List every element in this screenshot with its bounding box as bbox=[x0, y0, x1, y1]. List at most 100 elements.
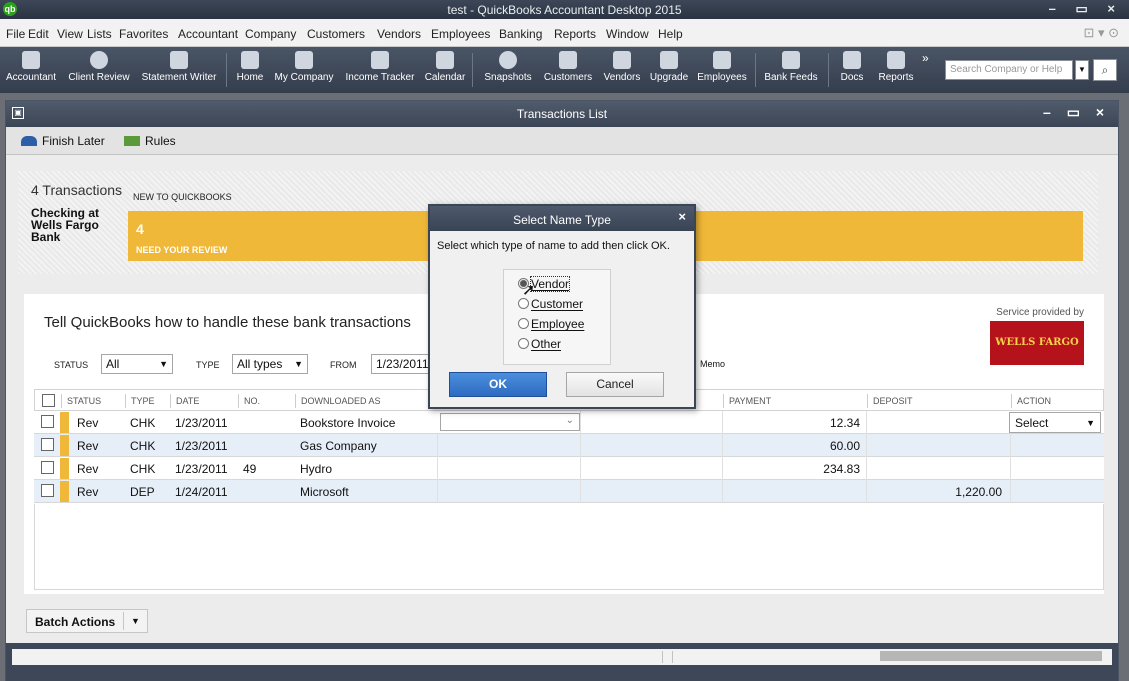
table-row[interactable]: Rev CHK 1/23/2011 Bookstore Invoice ⌄ 12… bbox=[34, 411, 1104, 434]
radio-other[interactable]: Other bbox=[518, 337, 561, 351]
status-filter-select[interactable]: All ▼ bbox=[101, 354, 173, 374]
ok-button[interactable]: OK bbox=[449, 372, 547, 397]
column-header-deposit[interactable]: DEPOSIT bbox=[873, 396, 913, 406]
menu-extra-controls[interactable]: ⊡ ▾ ⊙ bbox=[1083, 25, 1119, 41]
menu-employees[interactable]: Employees bbox=[431, 27, 490, 41]
column-header-no[interactable]: NO. bbox=[244, 396, 260, 406]
row-status: Rev bbox=[77, 416, 99, 430]
column-header-status[interactable]: STATUS bbox=[67, 396, 101, 406]
menu-view[interactable]: View bbox=[57, 27, 83, 41]
select-all-checkbox[interactable] bbox=[42, 394, 55, 407]
column-header-downloaded-as[interactable]: DOWNLOADED AS bbox=[301, 396, 381, 406]
toolbar-label: Statement Writer bbox=[141, 72, 217, 83]
toolbar-calendar[interactable]: Calendar bbox=[422, 49, 468, 91]
menu-lists[interactable]: Lists bbox=[87, 27, 112, 41]
menu-favorites[interactable]: Favorites bbox=[119, 27, 168, 41]
column-divider bbox=[723, 394, 724, 408]
dialog-title: Select Name Type bbox=[513, 213, 611, 227]
toolbar-income-tracker[interactable]: Income Tracker bbox=[340, 49, 420, 91]
bank-feeds-icon bbox=[782, 51, 800, 69]
finish-later-button[interactable]: Finish Later bbox=[21, 134, 105, 148]
toolbar-employees[interactable]: Employees bbox=[694, 49, 750, 91]
table-empty-area bbox=[34, 504, 1104, 590]
table-row[interactable]: Rev DEP 1/24/2011 Microsoft 1,220.00 bbox=[34, 480, 1104, 503]
menu-reports[interactable]: Reports bbox=[554, 27, 596, 41]
toolbar-customers[interactable]: Customers bbox=[539, 49, 597, 91]
column-divider bbox=[866, 457, 867, 480]
accountant-icon bbox=[22, 51, 40, 69]
menu-bar: File Edit View Lists Favorites Accountan… bbox=[0, 19, 1129, 47]
row-type: CHK bbox=[130, 439, 156, 453]
toolbar-docs[interactable]: Docs bbox=[835, 49, 869, 91]
home-icon bbox=[241, 51, 259, 69]
radio-employee[interactable]: Employee bbox=[518, 317, 584, 331]
rules-button[interactable]: Rules bbox=[124, 134, 176, 148]
toolbar-label: Customers bbox=[543, 72, 593, 83]
menu-vendors[interactable]: Vendors bbox=[377, 27, 421, 41]
toolbar-more-icon[interactable]: » bbox=[922, 51, 929, 65]
transactions-window-controls[interactable]: – ▭ × bbox=[1043, 104, 1110, 121]
column-header-action[interactable]: ACTION bbox=[1017, 396, 1051, 406]
memo-label: Memo bbox=[700, 359, 726, 369]
row-payment: 60.00 bbox=[829, 439, 860, 453]
menu-company[interactable]: Company bbox=[245, 27, 296, 41]
window-title: test - QuickBooks Accountant Desktop 201… bbox=[447, 3, 682, 17]
row-checkbox[interactable] bbox=[41, 484, 54, 497]
menu-customers[interactable]: Customers bbox=[307, 27, 365, 41]
column-divider bbox=[722, 411, 723, 434]
cancel-button[interactable]: Cancel bbox=[566, 372, 664, 397]
chevron-down-icon[interactable]: ▼ bbox=[131, 616, 140, 626]
toolbar-label: Bank Feeds bbox=[764, 72, 818, 83]
table-row[interactable]: Rev CHK 1/23/2011 49 Hydro 234.83 bbox=[34, 457, 1104, 480]
toolbar-client-review[interactable]: Client Review bbox=[64, 49, 134, 91]
radio-button[interactable] bbox=[518, 318, 529, 329]
column-header-payment[interactable]: PAYMENT bbox=[729, 396, 771, 406]
radio-label: Employee bbox=[531, 317, 585, 331]
column-divider bbox=[1010, 480, 1011, 503]
search-input[interactable]: Search Company or Help bbox=[945, 60, 1073, 80]
docs-icon bbox=[843, 51, 861, 69]
search-icon[interactable]: ⌕ bbox=[1093, 59, 1117, 81]
search-scope-dropdown[interactable]: ▼ bbox=[1075, 60, 1089, 80]
column-header-type[interactable]: TYPE bbox=[131, 396, 155, 406]
batch-actions-button[interactable]: Batch Actions ▼ bbox=[26, 609, 148, 633]
row-date: 1/23/2011 bbox=[175, 439, 228, 453]
menu-banking[interactable]: Banking bbox=[499, 27, 542, 41]
button-divider bbox=[123, 612, 124, 630]
icon-toolbar: Accountant Client Review Statement Write… bbox=[0, 47, 1129, 93]
menu-accountant[interactable]: Accountant bbox=[178, 27, 238, 41]
row-checkbox[interactable] bbox=[41, 461, 54, 474]
toolbar-label: Vendors bbox=[603, 72, 641, 83]
row-checkbox[interactable] bbox=[41, 415, 54, 428]
toolbar-accountant[interactable]: Accountant bbox=[2, 49, 60, 91]
toolbar-home[interactable]: Home bbox=[232, 49, 268, 91]
menu-window[interactable]: Window bbox=[606, 27, 649, 41]
toolbar-separator bbox=[755, 53, 756, 87]
menu-edit[interactable]: Edit bbox=[28, 27, 49, 41]
toolbar-my-company[interactable]: My Company bbox=[272, 49, 336, 91]
window-controls[interactable]: – ▭ × bbox=[1049, 1, 1123, 17]
radio-button[interactable] bbox=[518, 338, 529, 349]
toolbar-statement-writer[interactable]: Statement Writer bbox=[138, 49, 220, 91]
reports-icon bbox=[887, 51, 905, 69]
toolbar-upgrade[interactable]: Upgrade bbox=[647, 49, 691, 91]
action-select[interactable]: Select ▼ bbox=[1009, 412, 1101, 433]
type-filter-select[interactable]: All types ▼ bbox=[232, 354, 308, 374]
horizontal-scrollbar[interactable] bbox=[12, 649, 1112, 665]
table-row[interactable]: Rev CHK 1/23/2011 Gas Company 60.00 bbox=[34, 434, 1104, 457]
toolbar-reports[interactable]: Reports bbox=[874, 49, 918, 91]
toolbar-separator bbox=[828, 53, 829, 87]
menu-help[interactable]: Help bbox=[658, 27, 683, 41]
column-header-date[interactable]: DATE bbox=[176, 396, 199, 406]
payee-dropdown[interactable]: ⌄ bbox=[440, 413, 580, 431]
toolbar-label: Calendar bbox=[424, 72, 466, 83]
toolbar-snapshots[interactable]: Snapshots bbox=[480, 49, 536, 91]
close-icon[interactable]: × bbox=[678, 209, 686, 224]
toolbar-bank-feeds[interactable]: Bank Feeds bbox=[761, 49, 821, 91]
review-status-flag bbox=[60, 412, 69, 433]
toolbar-vendors[interactable]: Vendors bbox=[599, 49, 645, 91]
review-label: NEED YOUR REVIEW bbox=[136, 245, 228, 255]
menu-file[interactable]: File bbox=[6, 27, 25, 41]
scrollbar-thumb[interactable] bbox=[880, 651, 1102, 661]
row-checkbox[interactable] bbox=[41, 438, 54, 451]
